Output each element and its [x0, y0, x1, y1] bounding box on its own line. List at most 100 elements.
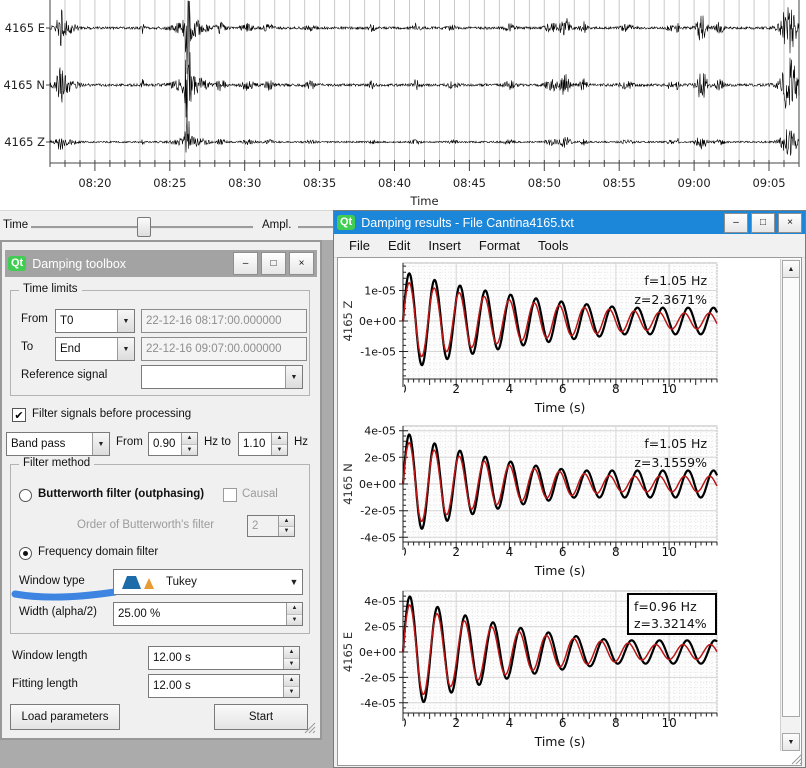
svg-text:4165 Z: 4165 Z [341, 300, 355, 341]
results-content: 1e-050e+00-1e-054165 Z0246810Time (s)f=1… [337, 257, 802, 766]
close-button[interactable]: × [289, 252, 314, 275]
frequency-domain-label: Frequency domain filter [38, 546, 158, 558]
minimize-button[interactable]: – [233, 252, 258, 275]
scroll-down-icon[interactable]: ▼ [782, 733, 800, 751]
svg-text:Time: Time [409, 194, 438, 208]
svg-text:4e-05: 4e-05 [364, 425, 396, 438]
menu-item-edit[interactable]: Edit [379, 236, 419, 255]
time-limits-group: Time limits From T0 ▼ 22-12-16 08:17:00.… [10, 290, 310, 396]
band-from-spinbox[interactable]: 0.90 ▲▼ [148, 432, 198, 456]
chevron-down-icon[interactable]: ▼ [285, 366, 302, 388]
spin-down-icon[interactable]: ▼ [182, 445, 197, 456]
svg-text:4165 N: 4165 N [3, 78, 45, 92]
filter-signals-checkbox[interactable]: ✔ [12, 408, 26, 422]
svg-text:f=1.05 Hz: f=1.05 Hz [644, 436, 707, 451]
geopsy-workspace: 08:2008:2508:3008:3508:4008:4508:5008:55… [0, 0, 806, 768]
svg-text:2: 2 [452, 716, 460, 730]
load-parameters-button[interactable]: Load parameters [10, 704, 120, 730]
svg-text:4e-05: 4e-05 [364, 595, 396, 608]
filter-method-legend: Filter method [19, 457, 94, 469]
svg-text:z=3.1559%: z=3.1559% [634, 455, 707, 470]
window-length-spinbox[interactable]: 12.00 s ▲▼ [148, 646, 300, 670]
spin-up-icon[interactable]: ▲ [182, 433, 197, 445]
svg-text:09:05: 09:05 [752, 176, 785, 190]
svg-text:0e+00: 0e+00 [359, 646, 396, 659]
to-combobox[interactable]: End ▼ [55, 337, 135, 361]
chevron-down-icon[interactable]: ▼ [286, 570, 302, 594]
svg-text:08:45: 08:45 [453, 176, 486, 190]
seismogram-plot: 08:2008:2508:3008:3508:4008:4508:5008:55… [0, 0, 806, 210]
svg-text:08:25: 08:25 [153, 176, 186, 190]
chevron-down-icon[interactable]: ▼ [117, 310, 134, 332]
to-label: To [21, 341, 33, 353]
butterworth-order-spinbox: 2 ▲▼ [247, 515, 295, 537]
scrollbar-thumb[interactable] [782, 277, 800, 717]
band-pass-combobox[interactable]: Band pass ▼ [6, 432, 110, 456]
svg-text:08:50: 08:50 [528, 176, 561, 190]
svg-text:08:40: 08:40 [378, 176, 411, 190]
spin-up-icon[interactable]: ▲ [284, 647, 299, 659]
svg-text:09:00: 09:00 [678, 176, 711, 190]
svg-text:8: 8 [612, 382, 620, 396]
width-alpha-spinbox[interactable]: 25.00 % ▲▼ [113, 602, 303, 626]
to-datetime-field: 22-12-16 09:07:00.000000 [141, 337, 307, 361]
resize-grip-icon[interactable] [303, 721, 316, 734]
reference-signal-label: Reference signal [21, 369, 107, 381]
fitting-length-spinbox[interactable]: 12.00 s ▲▼ [148, 674, 300, 698]
menu-item-insert[interactable]: Insert [419, 236, 470, 255]
spin-down-icon[interactable]: ▼ [287, 615, 302, 626]
menu-item-file[interactable]: File [340, 236, 379, 255]
svg-text:Time (s): Time (s) [534, 400, 586, 415]
spin-up-icon[interactable]: ▲ [284, 675, 299, 687]
chevron-down-icon[interactable]: ▼ [117, 338, 134, 360]
svg-text:-1e-05: -1e-05 [360, 346, 396, 359]
minimize-button[interactable]: – [724, 213, 748, 233]
time-limits-legend: Time limits [19, 283, 82, 295]
spin-down-icon[interactable]: ▼ [284, 687, 299, 698]
fitting-length-label: Fitting length [12, 678, 78, 690]
svg-text:6: 6 [559, 545, 567, 559]
svg-text:10: 10 [661, 545, 676, 559]
svg-text:10: 10 [661, 382, 676, 396]
svg-text:4165 E: 4165 E [341, 632, 355, 672]
svg-text:1e-05: 1e-05 [364, 284, 396, 297]
svg-text:4165 E: 4165 E [5, 21, 45, 35]
vertical-scrollbar[interactable]: ▲ ▼ [780, 259, 800, 751]
results-titlebar: Qt Damping results - File Cantina4165.tx… [334, 211, 805, 234]
qt-logo-icon: Qt [8, 256, 26, 271]
width-alpha-label: Width (alpha/2) [19, 606, 97, 618]
svg-text:-4e-05: -4e-05 [360, 531, 396, 544]
maximize-button[interactable]: □ [751, 213, 775, 233]
svg-text:-4e-05: -4e-05 [360, 697, 396, 710]
reference-signal-combobox[interactable]: ▼ [141, 365, 303, 389]
chevron-down-icon[interactable]: ▼ [92, 433, 109, 455]
svg-text:08:35: 08:35 [303, 176, 336, 190]
band-to-spinbox[interactable]: 1.10 ▲▼ [238, 432, 288, 456]
scroll-up-icon[interactable]: ▲ [782, 260, 800, 278]
svg-text:0e+00: 0e+00 [359, 478, 396, 491]
results-title: Damping results - File Cantina4165.txt [361, 216, 574, 230]
frequency-domain-radio[interactable] [19, 547, 32, 560]
menu-item-format[interactable]: Format [470, 236, 529, 255]
menu-item-tools[interactable]: Tools [529, 236, 577, 255]
butterworth-radio[interactable] [19, 489, 32, 502]
svg-text:f=1.05 Hz: f=1.05 Hz [644, 273, 707, 288]
svg-text:z=3.3214%: z=3.3214% [634, 616, 707, 631]
spin-down-icon[interactable]: ▼ [284, 659, 299, 670]
window-type-combobox[interactable]: Tukey ▼ [113, 569, 303, 595]
close-button[interactable]: × [778, 213, 802, 233]
svg-text:-2e-05: -2e-05 [360, 505, 396, 518]
hz-to-label: Hz to [204, 436, 231, 448]
svg-text:08:30: 08:30 [228, 176, 261, 190]
svg-text:8: 8 [612, 545, 620, 559]
from-combobox[interactable]: T0 ▼ [55, 309, 135, 333]
spin-up-icon[interactable]: ▲ [287, 603, 302, 615]
svg-text:-2e-05: -2e-05 [360, 671, 396, 684]
spin-down-icon[interactable]: ▼ [272, 445, 287, 456]
damping-fit-plots: 1e-050e+00-1e-054165 Z0246810Time (s)f=1… [338, 258, 783, 765]
start-button[interactable]: Start [214, 704, 308, 730]
resize-grip-icon[interactable] [790, 752, 803, 765]
spin-up-icon[interactable]: ▲ [272, 433, 287, 445]
maximize-button[interactable]: □ [261, 252, 286, 275]
time-slider-handle[interactable] [137, 217, 151, 237]
